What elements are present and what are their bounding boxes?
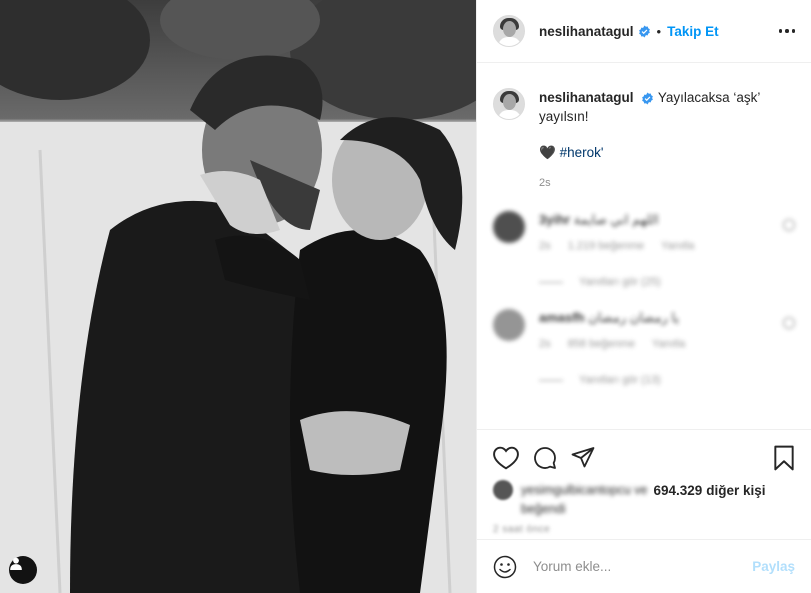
view-replies-label: Yanıtları gör (13) [579, 374, 661, 386]
add-comment-bar: Paylaş [477, 539, 811, 593]
post-header: neslihanatagul • Takip Et [477, 0, 811, 63]
comment-icon[interactable] [533, 446, 557, 470]
author-avatar[interactable] [493, 15, 525, 47]
post-caption: neslihanatagul Yayılacaksa ‘aşk’ yayılsı… [493, 88, 795, 193]
emoji-icon[interactable] [493, 555, 517, 579]
hashtag-link[interactable]: #herok' [560, 145, 604, 160]
follow-button[interactable]: Takip Et [667, 24, 719, 39]
liker-avatar[interactable] [493, 480, 513, 500]
comments-list[interactable]: neslihanatagul Yayılacaksa ‘aşk’ yayılsı… [477, 64, 811, 429]
comment-text: اللهم اني صايمة [573, 212, 659, 227]
commenter-avatar[interactable] [493, 309, 525, 341]
verified-badge-icon [641, 92, 654, 105]
likes-others-label[interactable]: diğer kişi [706, 483, 765, 498]
comment-likes[interactable]: 858 beğenme [568, 338, 635, 350]
comment-item: 3yihr اللهم اني صايمة 2s 1.219 beğenme Y… [493, 211, 795, 291]
post-actions-section: yesimgulbicantopcu ve 694.329 diğer kişi… [477, 429, 811, 535]
comment-time: 2s [539, 240, 551, 252]
heart-icon[interactable] [493, 446, 519, 470]
comment-input[interactable] [533, 559, 745, 574]
post-date-blurred: 2 saat önce [493, 524, 551, 535]
post-comment-button[interactable]: Paylaş [752, 559, 795, 574]
more-options-icon[interactable] [778, 29, 795, 33]
action-bar [477, 430, 811, 478]
photo-illustration [0, 0, 476, 593]
verified-badge-icon [638, 25, 651, 38]
user-tag-button[interactable] [9, 556, 37, 584]
likes-count[interactable]: 694.329 [653, 483, 702, 498]
bookmark-icon[interactable] [773, 445, 795, 471]
caption-time: 2s [539, 177, 551, 189]
post-side-panel: neslihanatagul • Takip Et neslihanatagul… [476, 0, 811, 593]
comment-like-icon[interactable] [783, 317, 795, 329]
comment-text: يا رمضان رمضان [588, 310, 680, 325]
view-replies-label: Yanıtları gör (25) [579, 276, 661, 288]
likes-line2-blurred: beğendi [521, 502, 566, 516]
caption-username[interactable]: neslihanatagul [539, 90, 634, 105]
reply-button[interactable]: Yanıtla [661, 240, 694, 252]
view-replies-button[interactable]: Yanıtları gör (25) [539, 273, 783, 291]
commenter-avatar[interactable] [493, 211, 525, 243]
comment-item: amasfh يا رمضان رمضان 2s 858 beğenme Yan… [493, 309, 795, 389]
view-replies-button[interactable]: Yanıtları gör (13) [539, 371, 783, 389]
header-separator: • [656, 23, 662, 39]
commenter-username[interactable]: 3yihr [539, 212, 570, 227]
commenter-username[interactable]: amasfh [539, 310, 585, 325]
liked-by-blurred: yesimgulbicantopcu ve [521, 483, 648, 497]
comment-like-icon[interactable] [783, 219, 795, 231]
post-photo[interactable] [0, 0, 476, 593]
black-heart-emoji: 🖤 [539, 145, 556, 160]
paper-plane-icon[interactable] [571, 446, 595, 470]
likes-summary[interactable]: yesimgulbicantopcu ve 694.329 diğer kişi [477, 480, 811, 500]
comment-time: 2s [539, 338, 551, 350]
caption-avatar[interactable] [493, 88, 525, 120]
reply-button[interactable]: Yanıtla [652, 338, 685, 350]
user-tag-icon [10, 557, 22, 570]
author-username[interactable]: neslihanatagul [539, 24, 634, 39]
comment-likes[interactable]: 1.219 beğenme [568, 240, 644, 252]
